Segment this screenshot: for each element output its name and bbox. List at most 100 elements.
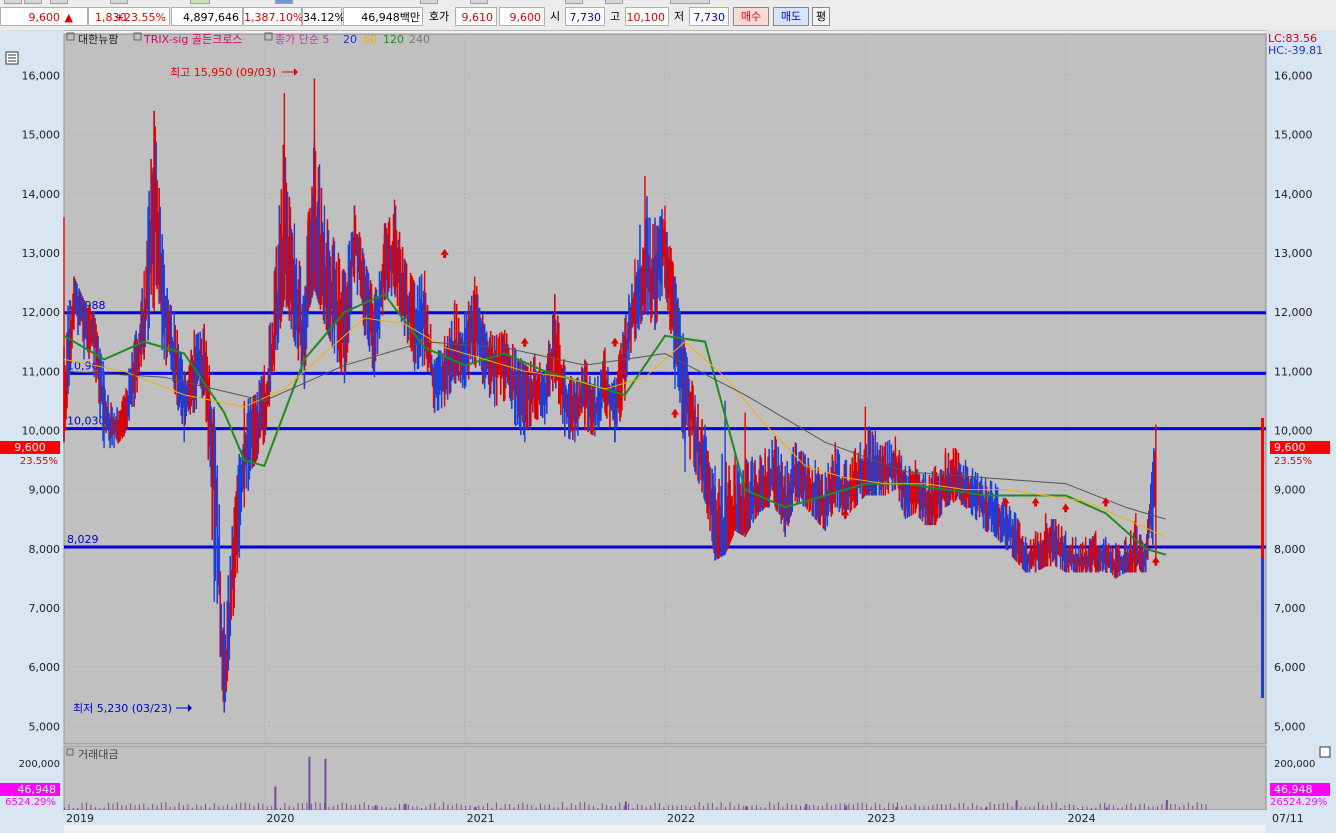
volume-bar bbox=[121, 804, 123, 810]
avg-button[interactable]: 평 bbox=[812, 7, 830, 26]
volume-tag-pct: 6524.29% bbox=[5, 797, 56, 808]
volume-bar bbox=[738, 804, 740, 810]
volume-bar bbox=[751, 805, 753, 810]
volume-bar bbox=[703, 805, 705, 810]
volume-tag-value: 46,948 bbox=[1274, 783, 1313, 796]
volume-bar bbox=[337, 804, 339, 810]
volume-bar bbox=[301, 803, 303, 810]
volume-bar bbox=[438, 806, 440, 810]
volume-bar bbox=[1192, 805, 1194, 810]
volume-bar bbox=[517, 804, 519, 810]
volume-bar bbox=[275, 807, 277, 810]
volume-bar bbox=[156, 805, 158, 810]
volume-bar bbox=[1183, 805, 1185, 810]
volume-bar bbox=[557, 807, 559, 810]
volume-bar bbox=[178, 802, 180, 810]
toolbar-tab[interactable] bbox=[50, 0, 68, 4]
volume-bar bbox=[213, 803, 215, 810]
volume-bar bbox=[460, 804, 462, 810]
toolbar-tab[interactable] bbox=[24, 0, 42, 4]
volume-bar bbox=[187, 804, 189, 810]
volume-bar bbox=[72, 807, 74, 810]
price-plot-area[interactable] bbox=[63, 33, 1267, 745]
volume-bar bbox=[777, 802, 779, 810]
volume-bar bbox=[1042, 804, 1044, 810]
volume-bar bbox=[645, 806, 647, 810]
volume-bar bbox=[416, 806, 418, 810]
volume-bar bbox=[77, 807, 79, 810]
volume-bar bbox=[1174, 803, 1176, 810]
volume-bar bbox=[253, 805, 255, 810]
panel-close-icon[interactable] bbox=[1319, 746, 1331, 758]
price-tick-label: 12,000 bbox=[1274, 306, 1313, 319]
toolbar-tab[interactable] bbox=[605, 0, 623, 4]
volume-bar bbox=[1165, 804, 1167, 810]
price-tick-label: 15,000 bbox=[22, 129, 61, 142]
legend-group: 대한뉴팜 bbox=[78, 33, 118, 46]
toolbar-tab[interactable] bbox=[670, 0, 710, 4]
date-tick-label: 2024 bbox=[1068, 812, 1096, 825]
volume-bar bbox=[112, 803, 114, 810]
volume-bar bbox=[685, 805, 687, 810]
volume-bar bbox=[764, 807, 766, 810]
volume-bar bbox=[852, 804, 854, 810]
volume-bar bbox=[606, 804, 608, 810]
volume-bar bbox=[443, 802, 445, 810]
volume-bar bbox=[698, 802, 700, 810]
volume-bar bbox=[804, 806, 806, 810]
low-price: 7,730 bbox=[689, 7, 729, 26]
price-chart[interactable]: 5,000 5,000 6,000 6,000 7,000 7,000 8,000 8,000… bbox=[0, 30, 1336, 833]
volume-bar bbox=[429, 804, 431, 810]
volume-bar bbox=[306, 802, 308, 810]
toolbar-tab[interactable] bbox=[470, 0, 488, 4]
toolbar-tab[interactable] bbox=[565, 0, 583, 4]
buy-button[interactable]: 매수 bbox=[733, 7, 769, 26]
volume-bar bbox=[451, 805, 453, 810]
volume-bar bbox=[932, 805, 934, 810]
hoga-label: 호가 bbox=[423, 7, 455, 26]
toolbar-tab[interactable] bbox=[110, 0, 128, 4]
toolbar-tab[interactable] bbox=[4, 0, 22, 4]
volume-bar bbox=[354, 804, 356, 810]
volume-bar bbox=[1170, 803, 1172, 810]
volume-bar bbox=[874, 802, 876, 810]
price-tick-label: 5,000 bbox=[29, 720, 61, 733]
volume-bar bbox=[1068, 804, 1070, 810]
volume-bar bbox=[654, 802, 656, 810]
volume-bar bbox=[1038, 802, 1040, 810]
volume-bar bbox=[848, 803, 850, 810]
volume-bar bbox=[385, 807, 387, 810]
volume-bar bbox=[716, 807, 718, 810]
volume-bar bbox=[720, 802, 722, 810]
volume-bar bbox=[394, 807, 396, 810]
toolbar-tab[interactable] bbox=[190, 0, 210, 4]
volume-bar bbox=[905, 805, 907, 810]
price-tag-pct: 23.55% bbox=[20, 456, 58, 467]
volume-bar bbox=[1073, 805, 1075, 810]
volume-bar bbox=[681, 805, 683, 810]
volume-bar bbox=[839, 803, 841, 810]
volume-bar bbox=[495, 802, 497, 810]
volume-bar bbox=[293, 807, 295, 810]
price-change: 1,830 +23.55% bbox=[88, 7, 170, 26]
volume-bar bbox=[745, 806, 748, 810]
up-arrow-icon bbox=[964, 497, 967, 501]
price-tick-label: 14,000 bbox=[22, 188, 61, 201]
price-tick-label: 11,000 bbox=[1274, 365, 1313, 378]
volume-bar bbox=[936, 803, 938, 810]
toolbar-tab[interactable] bbox=[275, 0, 293, 4]
volume-bar bbox=[491, 807, 493, 810]
volume-bar bbox=[980, 806, 982, 810]
volume-bar bbox=[989, 802, 991, 810]
volume-bar bbox=[456, 803, 458, 810]
sell-button[interactable]: 매도 bbox=[773, 7, 809, 26]
chart-settings-icon[interactable] bbox=[5, 51, 19, 65]
high-price: 10,100 bbox=[625, 7, 669, 26]
volume-bar bbox=[231, 806, 233, 810]
volume-bar bbox=[676, 806, 678, 810]
volume-bar bbox=[341, 802, 343, 810]
volume-ytick: 200,000 bbox=[19, 759, 60, 770]
volume-bar bbox=[610, 805, 612, 810]
toolbar-tab[interactable] bbox=[420, 0, 438, 4]
volume-bar bbox=[1082, 806, 1084, 810]
